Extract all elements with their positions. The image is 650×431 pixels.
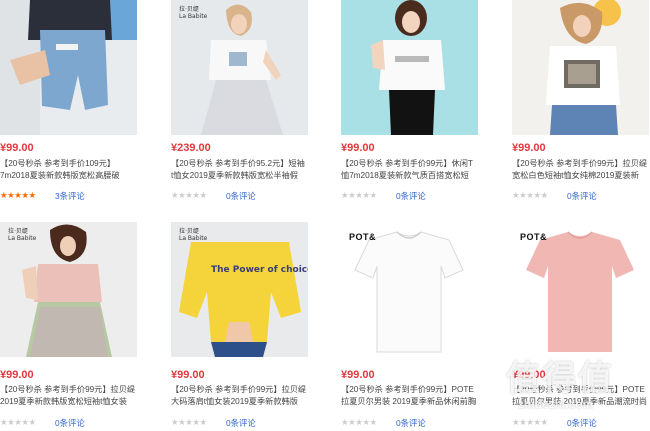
rating-stars: ★★★★★ <box>171 190 207 200</box>
product-price[interactable]: ¥99.00 <box>341 369 375 381</box>
product-title[interactable]: 【20号秒杀 参考到手价109元】 7m2018夏装新款韩版宽松高腰破 <box>0 158 137 182</box>
product-price[interactable]: ¥239.00 <box>171 142 211 154</box>
shirt-print-text: The Power of choice. <box>211 265 308 275</box>
product-price[interactable]: ¥99.00 <box>341 142 375 154</box>
product-meta: ★★★★★ 0条评论 <box>171 417 308 429</box>
product-title-line[interactable]: 拉夏贝尔男装 2019夏季新品休闲前胸 <box>341 396 478 408</box>
rating-stars: ★★★★★ <box>0 417 36 427</box>
product-card[interactable]: The Power of choice. 拉·贝缇 La Babite ¥99.0… <box>171 222 308 431</box>
product-title-line[interactable]: 2019夏季新款韩版宽松短袖t恤女装 <box>0 396 137 408</box>
product-title-line[interactable]: 【20号秒杀 参考到手价95.2元】短袖 <box>171 158 308 170</box>
product-image[interactable] <box>341 0 478 135</box>
product-card[interactable]: ¥99.00 【20号秒杀 参考到手价109元】 7m2018夏装新款韩版宽松高… <box>0 0 137 215</box>
product-price[interactable]: ¥99.00 <box>0 142 34 154</box>
review-count-link[interactable]: 3条评论 <box>55 190 85 202</box>
rating-stars: ★★★★★ <box>341 417 377 427</box>
product-image[interactable] <box>0 0 137 135</box>
product-image[interactable]: POT& <box>341 222 478 357</box>
review-count-link[interactable]: 0条评论 <box>226 417 256 429</box>
product-title-line[interactable]: 【20号秒杀 参考到手价99元】拉贝缇 <box>0 384 137 396</box>
product-title-line[interactable]: t恤女2019夏季新款韩版宽松半袖假 <box>171 170 308 182</box>
brand-logo: 拉·贝缇 La Babite <box>179 6 208 20</box>
product-image[interactable]: 拉·贝缇 La Babite <box>0 222 137 357</box>
product-title[interactable]: 【20号秒杀 参考到手价99元】休闲T 恤7m2018夏装新款气质百搭宽松短 <box>341 158 478 182</box>
brand-logo: 拉·贝缇 La Babite <box>179 228 208 242</box>
product-title-line[interactable]: 大码落肩t恤女装2019夏季新款韩版 <box>171 396 308 408</box>
review-count-link[interactable]: 0条评论 <box>567 417 597 429</box>
product-price[interactable]: ¥99.00 <box>171 369 205 381</box>
rating-stars: ★★★★★ <box>341 190 377 200</box>
product-card[interactable]: 拉·贝缇 La Babite ¥239.00 【20号秒杀 参考到手价95.2元】… <box>171 0 308 215</box>
product-card[interactable]: ¥99.00 【20号秒杀 参考到手价99元】拉贝缇 宽松白色短袖t恤女纯棉20… <box>512 0 649 215</box>
product-title-line[interactable]: 恤7m2018夏装新款气质百搭宽松短 <box>341 170 478 182</box>
product-title[interactable]: 【20号秒杀 参考到手价99元】POTE 拉夏贝尔男装 2019夏季新品潮流时尚 <box>512 384 649 408</box>
review-count-link[interactable]: 0条评论 <box>396 417 426 429</box>
product-price[interactable]: ¥99.00 <box>512 369 546 381</box>
rating-stars: ★★★★★ <box>512 190 548 200</box>
review-count-link[interactable]: 0条评论 <box>396 190 426 202</box>
review-count-link[interactable]: 0条评论 <box>567 190 597 202</box>
review-count-link[interactable]: 0条评论 <box>55 417 85 429</box>
product-title-line[interactable]: 【20号秒杀 参考到手价99元】POTE <box>512 384 649 396</box>
product-meta: ★★★★★ 3条评论 <box>0 190 137 202</box>
product-title-line[interactable]: 【20号秒杀 参考到手价109元】 <box>0 158 137 170</box>
product-meta: ★★★★★ 0条评论 <box>512 417 649 429</box>
rating-stars: ★★★★★ <box>0 190 36 200</box>
product-card[interactable]: POT& ¥99.00 【20号秒杀 参考到手价99元】POTE 拉夏贝尔男装 … <box>512 222 649 431</box>
product-title-line[interactable]: 【20号秒杀 参考到手价99元】拉贝缇 <box>171 384 308 396</box>
product-title-line[interactable]: 【20号秒杀 参考到手价99元】休闲T <box>341 158 478 170</box>
product-card[interactable]: ¥99.00 【20号秒杀 参考到手价99元】休闲T 恤7m2018夏装新款气质… <box>341 0 478 215</box>
product-title-line[interactable]: 拉夏贝尔男装 2019夏季新品潮流时尚 <box>512 396 649 408</box>
product-image[interactable]: POT& <box>512 222 649 357</box>
product-card[interactable]: 拉·贝缇 La Babite ¥99.00 【20号秒杀 参考到手价99元】拉贝缇… <box>0 222 137 431</box>
product-image[interactable]: 拉·贝缇 La Babite <box>171 0 308 135</box>
rating-stars: ★★★★★ <box>512 417 548 427</box>
brand-logo: 拉·贝缇 La Babite <box>8 228 37 242</box>
product-image[interactable] <box>512 0 649 135</box>
product-title-line[interactable]: 【20号秒杀 参考到手价99元】拉贝缇 <box>512 158 649 170</box>
product-title[interactable]: 【20号秒杀 参考到手价95.2元】短袖 t恤女2019夏季新款韩版宽松半袖假 <box>171 158 308 182</box>
review-count-link[interactable]: 0条评论 <box>226 190 256 202</box>
rating-stars: ★★★★★ <box>171 417 207 427</box>
product-image[interactable]: The Power of choice. 拉·贝缇 La Babite <box>171 222 308 357</box>
product-title[interactable]: 【20号秒杀 参考到手价99元】POTE 拉夏贝尔男装 2019夏季新品休闲前胸 <box>341 384 478 408</box>
product-meta: ★★★★★ 0条评论 <box>341 417 478 429</box>
product-card[interactable]: POT& ¥99.00 【20号秒杀 参考到手价99元】POTE 拉夏贝尔男装 … <box>341 222 478 431</box>
product-title-line[interactable]: 7m2018夏装新款韩版宽松高腰破 <box>0 170 137 182</box>
product-meta: ★★★★★ 0条评论 <box>0 417 137 429</box>
product-meta: ★★★★★ 0条评论 <box>512 190 649 202</box>
product-title-line[interactable]: 【20号秒杀 参考到手价99元】POTE <box>341 384 478 396</box>
brand-logo: POT& <box>520 232 548 242</box>
brand-logo: POT& <box>349 232 377 242</box>
product-meta: ★★★★★ 0条评论 <box>341 190 478 202</box>
product-title[interactable]: 【20号秒杀 参考到手价99元】拉贝缇 宽松白色短袖t恤女纯棉2019夏装新 <box>512 158 649 182</box>
product-price[interactable]: ¥99.00 <box>0 369 34 381</box>
product-meta: ★★★★★ 0条评论 <box>171 190 308 202</box>
product-price[interactable]: ¥99.00 <box>512 142 546 154</box>
product-grid: ¥99.00 【20号秒杀 参考到手价109元】 7m2018夏装新款韩版宽松高… <box>0 0 650 431</box>
product-title[interactable]: 【20号秒杀 参考到手价99元】拉贝缇 2019夏季新款韩版宽松短袖t恤女装 <box>0 384 137 408</box>
product-title[interactable]: 【20号秒杀 参考到手价99元】拉贝缇 大码落肩t恤女装2019夏季新款韩版 <box>171 384 308 408</box>
product-title-line[interactable]: 宽松白色短袖t恤女纯棉2019夏装新 <box>512 170 649 182</box>
